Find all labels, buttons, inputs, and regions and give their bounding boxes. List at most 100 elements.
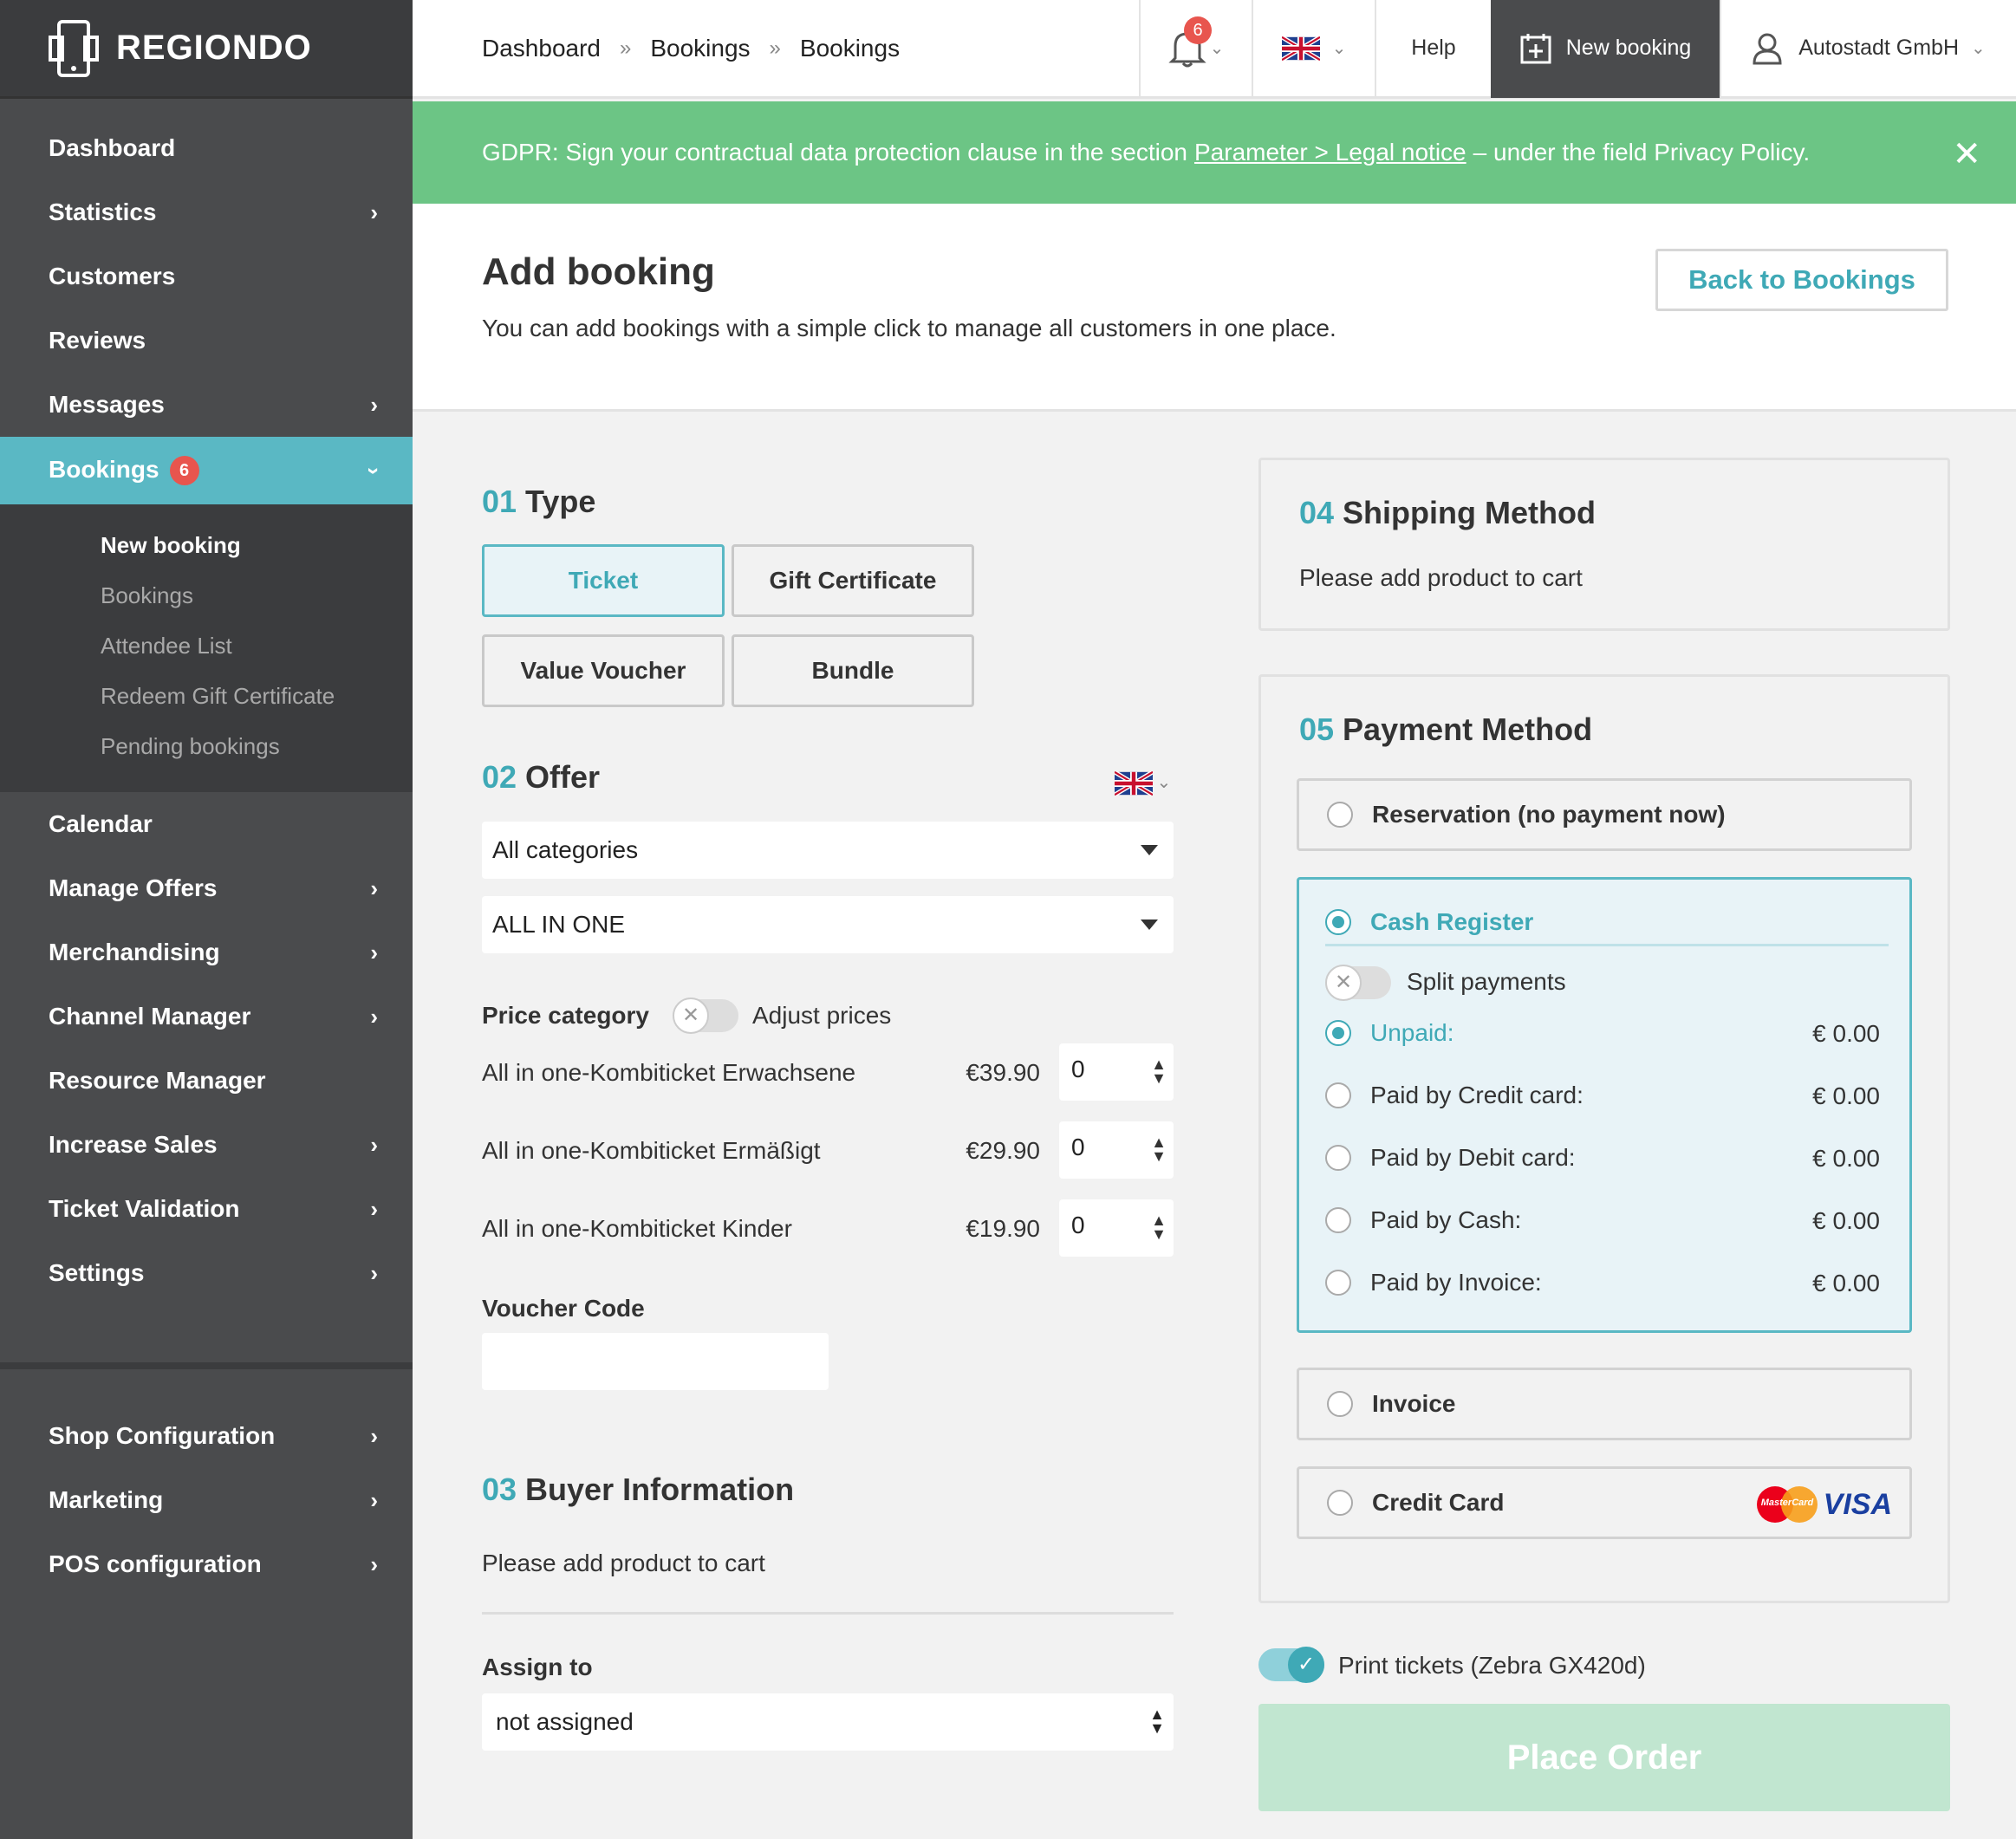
nav-label: Dashboard — [49, 134, 176, 161]
nav-customers[interactable]: Customers — [0, 244, 413, 309]
sidebar: REGIONDO Dashboard Statistics › Customers… — [0, 0, 413, 1839]
type-value-voucher-button[interactable]: Value Voucher — [482, 634, 725, 707]
payment-row[interactable]: Paid by Credit card: € 0.00 — [1325, 1074, 1889, 1117]
subnav-bookings[interactable]: Bookings — [0, 570, 413, 621]
nav-bookings[interactable]: Bookings 6 › — [0, 437, 413, 504]
type-ticket-button[interactable]: Ticket — [482, 544, 725, 617]
quantity-stepper[interactable]: 0 ▲ ▼ — [1059, 1199, 1174, 1257]
close-icon: ✕ — [673, 997, 709, 1034]
type-bundle-button[interactable]: Bundle — [732, 634, 974, 707]
payment-row[interactable]: Paid by Cash: € 0.00 — [1325, 1199, 1889, 1242]
cash-register-header[interactable]: Cash Register — [1325, 900, 1889, 944]
nav-statistics[interactable]: Statistics › — [0, 180, 413, 244]
chevron-down-icon: ⌄ — [1209, 39, 1225, 58]
place-order-button[interactable]: Place Order — [1258, 1704, 1950, 1811]
nav-label: Reviews — [49, 327, 146, 354]
page-title: Add booking — [482, 250, 715, 293]
gdpr-banner: GDPR: Sign your contractual data protect… — [413, 101, 2016, 204]
logo[interactable]: REGIONDO — [0, 0, 413, 99]
voucher-code-input[interactable] — [482, 1333, 829, 1390]
new-booking-button[interactable]: New booking — [1491, 0, 1720, 98]
nav-label: Customers — [49, 263, 176, 289]
breadcrumb-bookings[interactable]: Bookings — [650, 35, 750, 62]
nav-merchandising[interactable]: Merchandising › — [0, 920, 413, 984]
adjust-prices-toggle[interactable]: ✕ — [673, 997, 738, 1034]
radio-button[interactable] — [1325, 909, 1351, 935]
subnav-attendee-list[interactable]: Attendee List — [0, 621, 413, 671]
price-category-label: Price category — [482, 1002, 649, 1029]
payment-row[interactable]: Paid by Invoice: € 0.00 — [1325, 1261, 1889, 1304]
notifications-button[interactable]: 6 ⌄ — [1139, 0, 1252, 98]
category-value: All categories — [492, 836, 639, 863]
split-payments-toggle[interactable]: ✕ — [1325, 965, 1391, 1001]
section-label: Shipping Method — [1343, 495, 1596, 530]
nav-calendar[interactable]: Calendar — [0, 792, 413, 856]
nav-mid: Calendar Manage Offers › Merchandising › C… — [0, 792, 413, 1305]
product-value: ALL IN ONE — [492, 911, 626, 938]
section-number: 04 — [1299, 495, 1335, 530]
chevron-right-icon: › — [370, 1259, 378, 1286]
nav-shop-config[interactable]: Shop Configuration › — [0, 1404, 413, 1468]
nav-reviews[interactable]: Reviews — [0, 309, 413, 373]
nav-increase-sales[interactable]: Increase Sales › — [0, 1113, 413, 1177]
type-gift-certificate-button[interactable]: Gift Certificate — [732, 544, 974, 617]
offer-language-select[interactable]: ⌄ — [1113, 770, 1171, 800]
category-select[interactable]: All categories — [482, 822, 1174, 879]
radio-button[interactable] — [1325, 1145, 1351, 1171]
section-label: Payment Method — [1343, 712, 1593, 747]
quantity-stepper[interactable]: 0 ▲ ▼ — [1059, 1043, 1174, 1101]
nav-channel-manager[interactable]: Channel Manager › — [0, 984, 413, 1049]
page-header: Add booking You can add bookings with a … — [413, 204, 2016, 412]
payment-invoice-option[interactable]: Invoice — [1297, 1368, 1912, 1440]
payment-row[interactable]: Paid by Debit card: € 0.00 — [1325, 1136, 1889, 1179]
radio-button[interactable] — [1325, 1082, 1351, 1108]
chevron-down-icon: ⌄ — [1331, 39, 1347, 58]
payment-row-label: Paid by Credit card: — [1370, 1082, 1584, 1108]
shipping-text: Please add product to cart — [1299, 564, 1583, 591]
quantity-stepper[interactable]: 0 ▲ ▼ — [1059, 1121, 1174, 1179]
close-icon[interactable]: ✕ — [1952, 134, 1981, 174]
price-value: €19.90 — [966, 1215, 1040, 1242]
nav-ticket-validation[interactable]: Ticket Validation › — [0, 1177, 413, 1241]
product-select[interactable]: ALL IN ONE — [482, 896, 1174, 953]
subnav-new-booking[interactable]: New booking — [0, 520, 413, 570]
user-menu[interactable]: Autostadt GmbH ⌄ — [1720, 0, 2016, 98]
payment-reservation-option[interactable]: Reservation (no payment now) — [1297, 778, 1912, 851]
chevron-right-icon: › — [370, 391, 378, 418]
bookings-badge: 6 — [169, 456, 199, 486]
print-tickets-toggle[interactable]: ✓ — [1258, 1647, 1324, 1683]
subnav-redeem-gift[interactable]: Redeem Gift Certificate — [0, 671, 413, 721]
price-row: All in one-Kombiticket Erwachsene €39.90… — [482, 1043, 1174, 1101]
radio-button[interactable] — [1327, 1490, 1353, 1516]
nav-manage-offers[interactable]: Manage Offers › — [0, 856, 413, 920]
radio-button[interactable] — [1327, 1391, 1353, 1417]
radio-button[interactable] — [1325, 1207, 1351, 1233]
nav-label: Ticket Validation — [49, 1195, 240, 1222]
nav-dashboard[interactable]: Dashboard — [0, 116, 413, 180]
nav-label: Increase Sales — [49, 1131, 218, 1158]
help-link[interactable]: Help — [1375, 0, 1491, 98]
gdpr-legal-link[interactable]: Parameter > Legal notice — [1194, 139, 1466, 166]
nav-divider — [0, 1362, 413, 1369]
language-select[interactable]: ⌄ — [1252, 0, 1375, 98]
subnav-pending[interactable]: Pending bookings — [0, 721, 413, 771]
payment-cash-register-option[interactable]: Cash Register ✕ Split payments Unpaid: € … — [1297, 877, 1912, 1333]
nav-resource-manager[interactable]: Resource Manager — [0, 1049, 413, 1113]
nav-messages[interactable]: Messages › — [0, 373, 413, 437]
uk-flag-icon — [1281, 36, 1320, 61]
nav-marketing[interactable]: Marketing › — [0, 1468, 413, 1532]
back-to-bookings-button[interactable]: Back to Bookings — [1655, 249, 1948, 311]
breadcrumb-dashboard[interactable]: Dashboard — [482, 35, 601, 62]
radio-button[interactable] — [1325, 1270, 1351, 1296]
uk-flag-icon — [1113, 770, 1154, 797]
chevron-right-icon: › — [370, 1131, 378, 1158]
payment-row-amount: € 0.00 — [1812, 1270, 1880, 1296]
payment-row[interactable]: Unpaid: € 0.00 — [1325, 1011, 1889, 1055]
payment-credit-card-option[interactable]: Credit Card MasterCard VISA — [1297, 1466, 1912, 1539]
radio-button[interactable] — [1325, 1020, 1351, 1046]
nav-settings[interactable]: Settings › — [0, 1241, 413, 1305]
nav-pos-config[interactable]: POS configuration › — [0, 1532, 413, 1596]
radio-button[interactable] — [1327, 802, 1353, 828]
quantity-value: 0 — [1071, 1056, 1085, 1082]
assign-to-select[interactable]: not assigned ▲ ▼ — [482, 1693, 1174, 1751]
